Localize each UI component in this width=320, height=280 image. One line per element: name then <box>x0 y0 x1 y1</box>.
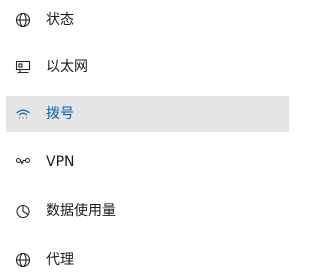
globe-icon <box>15 12 31 28</box>
ethernet-icon <box>15 59 31 75</box>
network-settings-nav: 状态 以太网 拨号 VPN 数据使用量 代理 <box>0 0 289 280</box>
dialup-icon <box>15 106 31 122</box>
nav-item-vpn[interactable]: VPN <box>6 144 289 180</box>
nav-item-label: 以太网 <box>46 59 88 75</box>
data-usage-icon <box>15 203 31 219</box>
globe-icon <box>15 252 31 268</box>
nav-item-data-usage[interactable]: 数据使用量 <box>6 193 289 229</box>
nav-item-label: 状态 <box>46 12 74 28</box>
nav-item-dialup[interactable]: 拨号 <box>6 96 289 132</box>
nav-item-proxy[interactable]: 代理 <box>6 242 289 278</box>
nav-item-ethernet[interactable]: 以太网 <box>6 49 289 85</box>
nav-item-label: 代理 <box>46 252 74 268</box>
nav-item-status[interactable]: 状态 <box>6 2 289 38</box>
nav-item-label: 拨号 <box>46 106 74 122</box>
vpn-icon <box>15 154 31 170</box>
nav-item-label: 数据使用量 <box>46 203 116 219</box>
nav-item-label: VPN <box>46 154 75 170</box>
